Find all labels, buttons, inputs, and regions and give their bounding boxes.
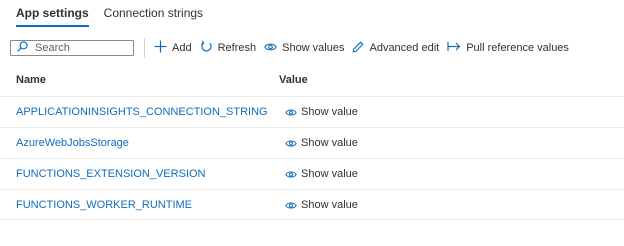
show-value-label: Show value [301,106,358,118]
active-tab-indicator [16,25,89,27]
table-row: FUNCTIONS_EXTENSION_VERSION Show value [0,158,624,189]
refresh-icon [200,40,218,56]
show-value-label: Show value [301,137,358,149]
add-button-label: Add [172,42,192,54]
advanced-edit-button[interactable]: Advanced edit [352,40,440,56]
setting-name-link[interactable]: AzureWebJobsStorage [16,137,129,149]
column-header-value[interactable]: Value [279,74,308,86]
plus-icon [154,40,172,56]
refresh-button-label: Refresh [217,42,257,54]
show-value-button[interactable]: Show value [285,106,358,118]
table-row: APPLICATIONINSIGHTS_CONNECTION_STRING Sh… [0,96,624,127]
setting-name-link[interactable]: FUNCTIONS_EXTENSION_VERSION [16,168,205,180]
show-values-button-label: Show values [282,42,345,54]
table-header: Name Value [16,74,624,88]
eye-icon [285,108,297,116]
search-box[interactable] [10,40,134,56]
show-value-label: Show value [301,168,358,180]
tab-connection-strings[interactable]: Connection strings [104,5,203,27]
eye-icon [285,139,297,147]
setting-name-link[interactable]: APPLICATIONINSIGHTS_CONNECTION_STRING [16,106,268,118]
tab-app-settings[interactable]: App settings [16,5,89,27]
search-input[interactable] [35,42,127,54]
table-row: AzureWebJobsStorage Show value [0,127,624,158]
toolbar: Add Refresh Show values [10,37,577,59]
advanced-edit-button-label: Advanced edit [369,42,440,54]
tab-connection-strings-label: Connection strings [103,6,204,20]
show-value-button[interactable]: Show value [285,199,358,211]
show-value-button[interactable]: Show value [285,168,358,180]
arrow-to-line-icon [447,41,466,55]
show-value-label: Show value [301,199,358,211]
search-icon [17,39,28,57]
toolbar-divider [144,38,145,58]
eye-icon [285,170,297,178]
eye-icon [264,42,282,55]
settings-tabs: App settings Connection strings [16,5,218,27]
table-row: FUNCTIONS_WORKER_RUNTIME Show value [0,189,624,220]
tab-app-settings-label: App settings [16,6,89,20]
pull-reference-values-button[interactable]: Pull reference values [447,41,569,55]
app-settings-table: APPLICATIONINSIGHTS_CONNECTION_STRING Sh… [0,96,624,220]
pull-reference-values-button-label: Pull reference values [466,42,569,54]
pencil-icon [352,40,369,56]
show-value-button[interactable]: Show value [285,137,358,149]
add-button[interactable]: Add [154,40,192,56]
show-values-button[interactable]: Show values [264,42,344,55]
column-header-name[interactable]: Name [16,74,46,86]
setting-name-link[interactable]: FUNCTIONS_WORKER_RUNTIME [16,199,192,211]
eye-icon [285,201,297,209]
app-settings-page: App settings Connection strings Search A… [0,0,624,246]
refresh-button[interactable]: Refresh [200,40,257,56]
